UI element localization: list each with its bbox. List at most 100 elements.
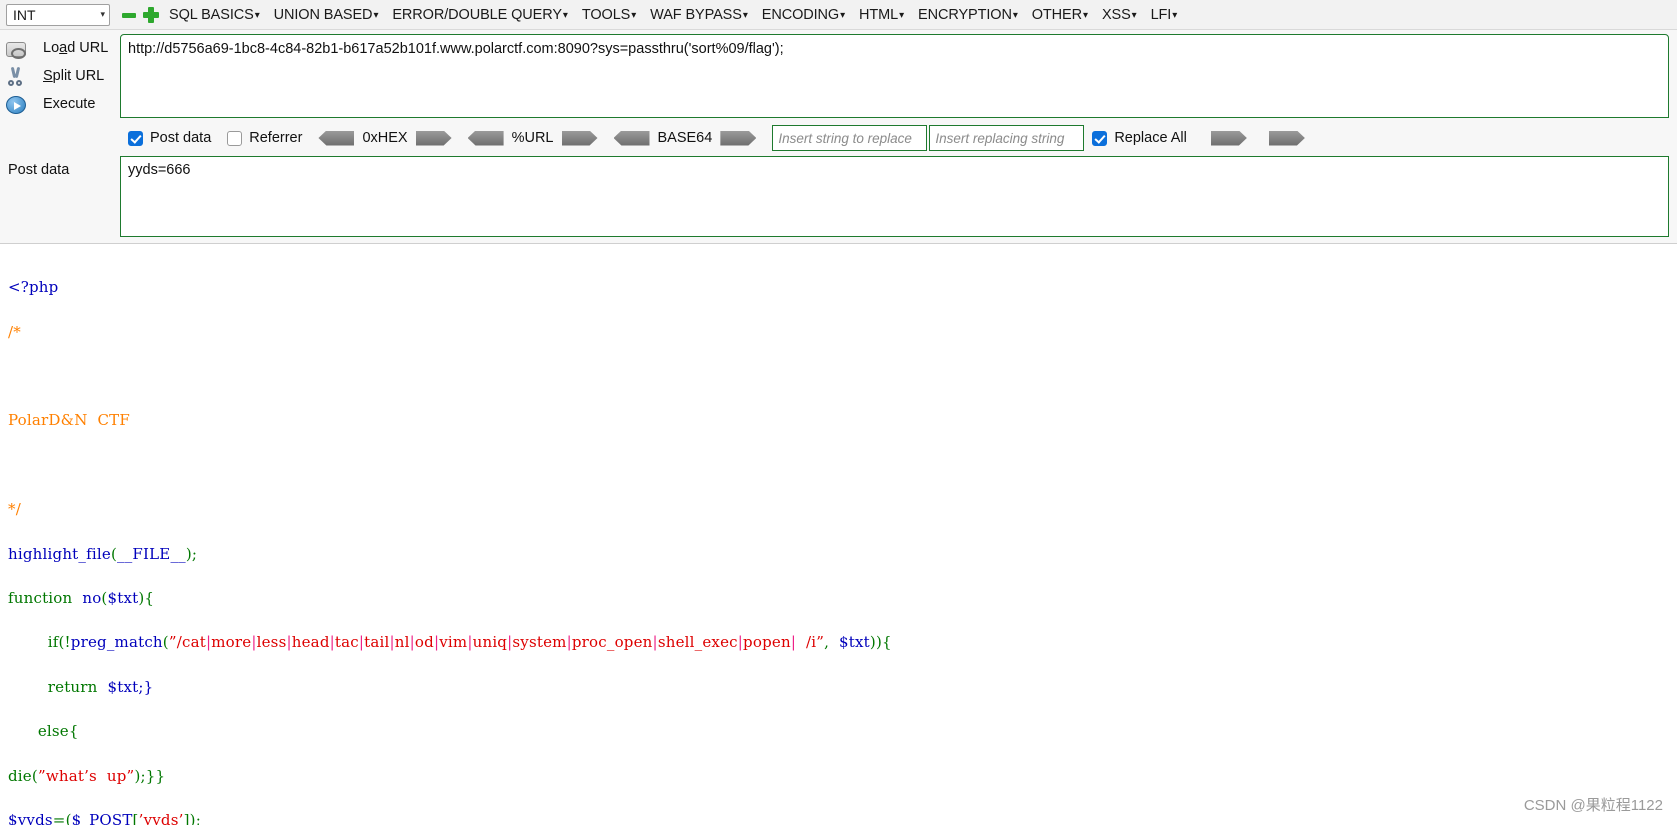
minus-icon[interactable]: [121, 7, 137, 23]
code-line: highlight_file(__FILE__);: [8, 544, 198, 563]
post-data-input[interactable]: yyds=666: [120, 156, 1669, 237]
post-superglobal: $_POST: [71, 811, 133, 825]
url-converter-label: %URL: [511, 130, 554, 146]
regex-word: shell_exec: [657, 633, 738, 652]
menu-label: ERROR/DOUBLE QUERY: [392, 6, 562, 23]
plus-icon[interactable]: [143, 6, 159, 23]
menu-item-other[interactable]: OTHER▾: [1025, 5, 1095, 25]
code-line: else{: [8, 720, 1677, 742]
injection-type-select[interactable]: INT ▾: [6, 3, 110, 26]
base64-converter-label: BASE64: [657, 130, 713, 146]
else-keyword: else{: [37, 722, 79, 741]
regex-word: head: [291, 633, 330, 652]
menu-label: HTML: [859, 6, 899, 23]
function-name: no: [82, 589, 102, 608]
yyds-var: $yyds: [8, 811, 53, 825]
menu-item-sql-basics[interactable]: SQL BASICS▾: [162, 5, 267, 25]
post-data-label: Post data: [8, 162, 70, 178]
menu-label: ENCODING: [761, 6, 840, 23]
comment-text: PolarD&N CTF: [8, 411, 130, 430]
menu-item-xss[interactable]: XSS▾: [1095, 5, 1144, 25]
comment-open: /*: [8, 322, 21, 341]
caret-icon: ▾: [562, 9, 568, 21]
decode-hex-arrow-icon[interactable]: [318, 130, 355, 146]
split-url-button[interactable]: Split URL: [0, 62, 120, 90]
menu-item-waf-bypass[interactable]: WAF BYPASS▾: [643, 5, 755, 25]
regex-close: /i”: [806, 633, 825, 652]
caret-icon: ▾: [1172, 9, 1178, 21]
encode-url-arrow-icon[interactable]: [561, 130, 598, 146]
menu-label: SQL BASICS: [169, 6, 254, 23]
caret-icon: ▾: [742, 9, 748, 21]
regex-word: tail: [364, 633, 390, 652]
replace-run-arrow-icon[interactable]: [1268, 130, 1305, 146]
regex-word: tac: [334, 633, 359, 652]
load-url-label: Load URL: [43, 40, 109, 56]
disk-icon: [6, 42, 26, 59]
search-string-input[interactable]: [772, 125, 928, 151]
caret-icon: ▾: [899, 9, 905, 21]
function-param: $txt: [107, 589, 139, 608]
regex-word: more: [211, 633, 252, 652]
decode-url-arrow-icon[interactable]: [467, 130, 504, 146]
caret-icon: ▾: [373, 9, 379, 21]
regex-subject-var: $txt: [839, 633, 870, 652]
base64-converter-group: BASE64: [613, 130, 757, 146]
referrer-checkbox[interactable]: Referrer: [227, 130, 302, 146]
post-data-checkbox[interactable]: Post data: [128, 130, 211, 146]
url-row: Load URL Split URL Execute http://d5756a…: [0, 30, 1677, 122]
url-converter-group: %URL: [467, 130, 598, 146]
die-message: ”what’s up”: [37, 766, 135, 785]
post-data-row: Post data yyds=666: [0, 154, 1677, 244]
encode-hex-arrow-icon[interactable]: [415, 130, 452, 146]
encode-base64-arrow-icon[interactable]: [720, 130, 757, 146]
if-keyword: if: [47, 633, 59, 652]
decode-base64-arrow-icon[interactable]: [613, 130, 650, 146]
replace-string-input[interactable]: [929, 125, 1085, 151]
replace-all-label: Replace All: [1114, 130, 1187, 146]
regex-word: proc_open: [571, 633, 653, 652]
execute-button[interactable]: Execute: [0, 90, 120, 118]
csdn-watermark: CSDN @果粒程1122: [1523, 797, 1663, 814]
play-icon: [6, 95, 26, 114]
menu-item-html[interactable]: HTML▾: [852, 5, 911, 25]
regex-word: system: [512, 633, 567, 652]
referrer-checkbox-label: Referrer: [249, 130, 303, 146]
caret-icon: ▾: [840, 9, 846, 21]
die-call: die: [8, 766, 32, 785]
regex-word: od: [414, 633, 434, 652]
php-source-output: <?php /* PolarD&N CTF */ highlight_file(…: [0, 244, 1677, 825]
regex-word: popen: [743, 633, 791, 652]
top-menu-bar: INT ▾ SQL BASICS▾ UNION BASED▾ ERROR/DOU…: [0, 0, 1677, 30]
comment-close: */: [8, 500, 21, 519]
php-open-tag: <?php: [8, 278, 59, 297]
regex-open: ”/cat: [168, 633, 206, 652]
menu-item-encoding[interactable]: ENCODING▾: [755, 5, 852, 25]
replace-all-checkbox[interactable]: Replace All: [1092, 130, 1187, 146]
menu-label: OTHER: [1031, 6, 1083, 23]
code-line: $yyds=($_POST[’yyds’]);: [8, 809, 1677, 825]
preg-match-call: preg_match: [70, 633, 163, 652]
menu-item-error-double-query[interactable]: ERROR/DOUBLE QUERY▾: [385, 5, 574, 25]
regex-word: nl: [394, 633, 410, 652]
die-tail: ;}}: [140, 766, 166, 785]
code-line: die(”what’s up”);}}: [8, 766, 166, 785]
menu-item-lfi[interactable]: LFI▾: [1144, 5, 1185, 25]
menu-item-tools[interactable]: TOOLS▾: [575, 5, 643, 25]
caret-icon: ▾: [1131, 9, 1137, 21]
menu-item-union-based[interactable]: UNION BASED▾: [267, 5, 386, 25]
post-data-checkbox-label: Post data: [150, 130, 212, 146]
caret-icon: ▾: [631, 9, 637, 21]
caret-icon: ▾: [1012, 9, 1018, 21]
url-input[interactable]: http://d5756a69-1bc8-4c84-82b1-b617a52b1…: [120, 34, 1669, 118]
file-constant: __FILE__: [117, 544, 186, 563]
load-url-button[interactable]: Load URL: [0, 34, 120, 62]
menu-label: ENCRYPTION: [918, 6, 1012, 23]
menu-label: UNION BASED: [273, 6, 373, 23]
menu-item-encryption[interactable]: ENCRYPTION▾: [911, 5, 1025, 25]
replace-apply-arrow-icon[interactable]: [1210, 130, 1247, 146]
code-line: if(!preg_match(”/cat|more|less|head|tac|…: [47, 633, 892, 652]
regex-word: less: [256, 633, 287, 652]
action-button-column: Load URL Split URL Execute: [0, 30, 120, 122]
